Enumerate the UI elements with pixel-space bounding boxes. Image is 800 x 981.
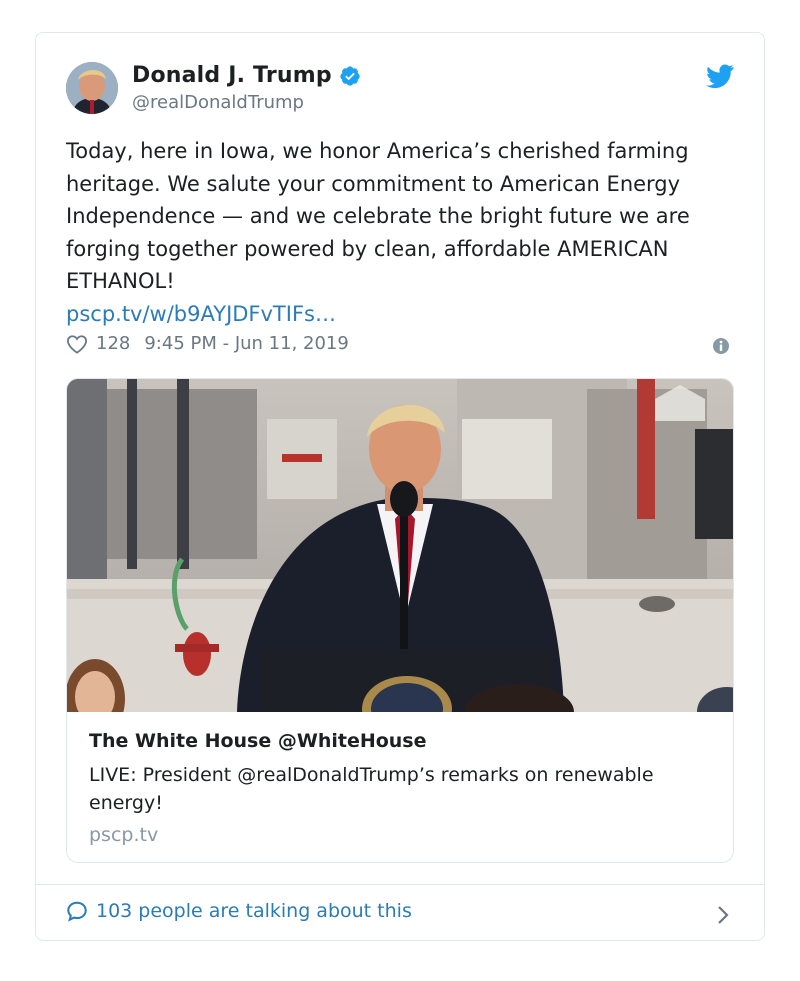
reply-bubble-icon [67, 901, 87, 922]
card-description: LIVE: President @realDonaldTrump’s remar… [89, 764, 654, 814]
conversation-text[interactable]: 103 people are talking about this [96, 900, 412, 922]
tweet-text: Today, here in Iowa, we honor America’s … [66, 139, 690, 293]
twitter-bird-icon[interactable] [706, 64, 734, 88]
like-count[interactable]: 128 [96, 333, 130, 354]
divider [36, 884, 764, 885]
timestamp[interactable]: 9:45 PM - Jun 11, 2019 [144, 333, 348, 354]
tweet-meta: 128 9:45 PM - Jun 11, 2019 [66, 333, 349, 354]
conversation-link[interactable]: 103 people are talking about this [66, 900, 412, 922]
author-name[interactable]: Donald J. Trump [132, 63, 332, 88]
avatar[interactable] [66, 62, 118, 114]
card-title[interactable]: The White House @WhiteHouse [89, 729, 719, 753]
tweet-link[interactable]: pscp.tv/w/b9AYJDFvTIFs… [66, 298, 336, 330]
card-image[interactable] [67, 379, 734, 712]
link-card[interactable]: The White House @WhiteHouse LIVE: Presid… [66, 378, 734, 863]
author-handle[interactable]: @realDonaldTrump [132, 92, 304, 113]
info-icon[interactable] [712, 337, 730, 355]
heart-icon[interactable] [66, 334, 88, 354]
embedded-tweet: Donald J. Trump @realDonaldTrump Today, … [35, 32, 765, 941]
card-domain: pscp.tv [89, 824, 159, 846]
verified-badge-icon [340, 65, 360, 86]
chevron-right-icon[interactable] [716, 905, 730, 925]
